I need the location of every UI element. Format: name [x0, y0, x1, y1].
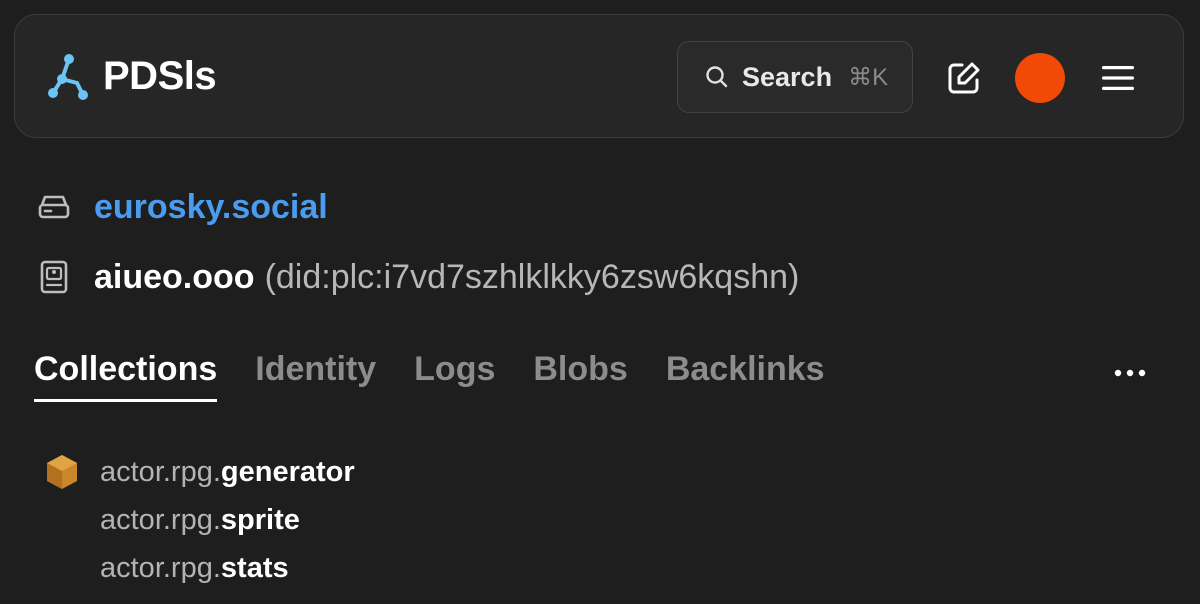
search-icon [706, 66, 728, 88]
account-row: aiueo.ooo (did:plc:i7vd7szhlklkky6zsw6kqs… [36, 254, 799, 300]
tab-identity[interactable]: Identity [255, 350, 376, 402]
menu-icon [1102, 66, 1134, 90]
edit-icon [948, 62, 980, 94]
collection-name: stats [220, 551, 289, 584]
account-handle[interactable]: aiueo.ooo [94, 258, 255, 296]
search-button[interactable]: Search ⌘K [677, 41, 913, 113]
more-options-button[interactable] [1108, 358, 1152, 388]
collections-list: actor.rpg. generator actor.rpg. sprite act… [44, 448, 355, 592]
collection-namespace: actor.rpg. [100, 455, 221, 488]
id-card-icon [40, 260, 68, 294]
collection-name: sprite [220, 503, 300, 536]
server-row: eurosky.social [36, 184, 328, 230]
tab-blobs[interactable]: Blobs [533, 350, 627, 402]
tab-collections[interactable]: Collections [34, 350, 218, 402]
top-navbar: PDSls Search ⌘K [14, 14, 1184, 138]
server-icon [38, 195, 70, 219]
avatar[interactable] [1015, 53, 1065, 103]
repo-tabs: Collections Identity Logs Blobs Backlink… [34, 350, 825, 402]
server-link[interactable]: eurosky.social [94, 188, 328, 227]
brand[interactable]: PDSls [45, 51, 217, 101]
collection-item[interactable]: actor.rpg. stats [44, 544, 355, 592]
collection-namespace: actor.rpg. [100, 503, 221, 536]
brand-name: PDSls [103, 54, 217, 98]
edit-button[interactable] [941, 55, 987, 101]
tab-logs[interactable]: Logs [414, 350, 495, 402]
logo-icon [48, 54, 88, 100]
collection-item[interactable]: actor.rpg. sprite [44, 496, 355, 544]
menu-button[interactable] [1095, 55, 1141, 101]
search-label: Search [742, 61, 833, 92]
more-icon [1114, 369, 1146, 377]
tab-backlinks[interactable]: Backlinks [666, 350, 825, 402]
cube-icon [44, 452, 84, 492]
collection-namespace: actor.rpg. [100, 551, 221, 584]
collection-item[interactable]: actor.rpg. generator [44, 448, 355, 496]
collection-name: generator [220, 455, 355, 488]
account-did: (did:plc:i7vd7szhlklkky6zsw6kqshn) [264, 257, 800, 296]
search-shortcut: ⌘K [848, 63, 889, 91]
